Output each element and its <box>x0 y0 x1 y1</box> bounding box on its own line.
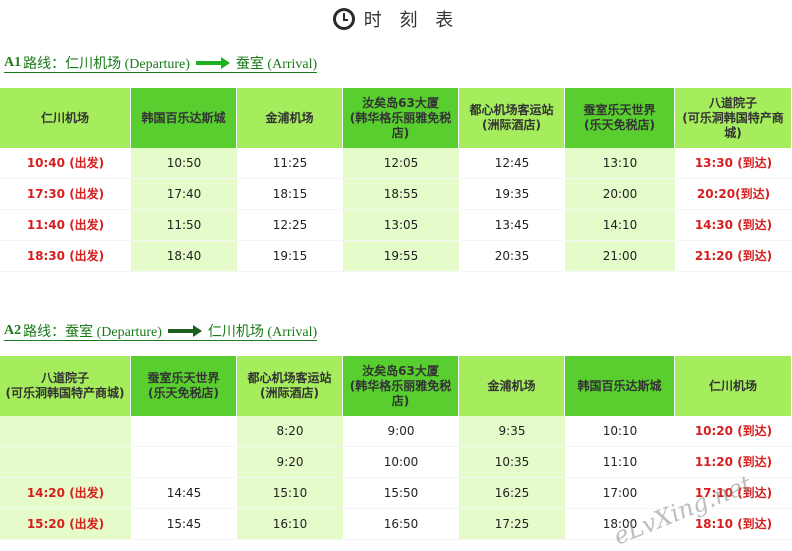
stop-time: 17:25 <box>459 509 565 540</box>
route-departure: 路线：仁川机场 (Departure) <box>23 57 190 72</box>
stop-time: 10:00 <box>343 447 459 478</box>
table-row: 11:40 (出发) 11:50 12:25 13:05 13:45 14:10… <box>0 210 792 241</box>
arrival-time: 21:20 (到达) <box>675 241 792 272</box>
table-header-row: 仁川机场 韩国百乐达斯城 金浦机场 汝矣岛63大厦 (韩华格乐丽雅免税店) 都心机… <box>0 88 792 148</box>
route-code: A1 <box>4 55 22 70</box>
route-arrival: 仁川机场 (Arrival) <box>207 325 318 340</box>
column-header: 汝矣岛63大厦 (韩华格乐丽雅免税店) <box>343 88 459 148</box>
arrival-time: 20:20(到达) <box>675 179 792 210</box>
arrival-time: 13:30 (到达) <box>675 148 792 179</box>
departure-time: 17:30 (出发) <box>0 179 131 210</box>
table-row: 10:40 (出发) 10:50 11:25 12:05 12:45 13:10… <box>0 148 792 179</box>
stop-time: 17:40 <box>131 179 237 210</box>
stop-time: 19:35 <box>459 179 565 210</box>
departure-time <box>0 416 131 447</box>
column-header: 八道院子 (可乐洞韩国特产商城) <box>675 88 792 148</box>
route-code: A2 <box>4 323 22 338</box>
table-header-row: 八道院子 (可乐洞韩国特产商城) 蚕室乐天世界 (乐天免税店) 都心机场客运站 (洲际… <box>0 356 792 416</box>
stop-time: 11:50 <box>131 210 237 241</box>
column-header: 仁川机场 <box>0 88 131 148</box>
stop-time: 10:50 <box>131 148 237 179</box>
departure-time: 18:30 (出发) <box>0 241 131 272</box>
stop-time: 15:10 <box>237 478 343 509</box>
table-row: 8:20 9:00 9:35 10:10 10:20 (到达) <box>0 416 792 447</box>
departure-time: 10:40 (出发) <box>0 148 131 179</box>
stop-time: 12:05 <box>343 148 459 179</box>
column-header: 金浦机场 <box>237 88 343 148</box>
stop-time: 9:20 <box>237 447 343 478</box>
column-header: 韩国百乐达斯城 <box>131 88 237 148</box>
stop-time: 12:25 <box>237 210 343 241</box>
stop-time: 18:40 <box>131 241 237 272</box>
stop-time: 20:00 <box>565 179 675 210</box>
column-header: 金浦机场 <box>459 356 565 416</box>
departure-time: 15:20 (出发) <box>0 509 131 540</box>
route-a1-heading: A1 路线：仁川机场 (Departure) 蚕室 (Arrival) <box>4 54 318 73</box>
column-header: 八道院子 (可乐洞韩国特产商城) <box>0 356 131 416</box>
route-a2-heading: A2 路线：蚕室 (Departure) 仁川机场 (Arrival) <box>4 322 318 341</box>
arrival-time: 14:30 (到达) <box>675 210 792 241</box>
table-row: 9:20 10:00 10:35 11:10 11:20 (到达) <box>0 447 792 478</box>
departure-time: 14:20 (出发) <box>0 478 131 509</box>
column-header: 汝矣岛63大厦 (韩华格乐丽雅免税店) <box>343 356 459 416</box>
stop-time: 13:05 <box>343 210 459 241</box>
right-arrow-icon <box>167 325 202 337</box>
stop-time <box>131 447 237 478</box>
stop-time: 15:45 <box>131 509 237 540</box>
stop-time: 15:50 <box>343 478 459 509</box>
stop-time: 9:00 <box>343 416 459 447</box>
arrival-time: 10:20 (到达) <box>675 416 792 447</box>
departure-time: 11:40 (出发) <box>0 210 131 241</box>
stop-time: 10:35 <box>459 447 565 478</box>
stop-time: 18:55 <box>343 179 459 210</box>
stop-time: 10:10 <box>565 416 675 447</box>
stop-time: 21:00 <box>565 241 675 272</box>
stop-time <box>131 416 237 447</box>
column-header: 韩国百乐达斯城 <box>565 356 675 416</box>
clock-icon <box>332 8 355 30</box>
stop-time: 13:10 <box>565 148 675 179</box>
column-header: 蚕室乐天世界 (乐天免税店) <box>565 88 675 148</box>
column-header: 蚕室乐天世界 (乐天免税店) <box>131 356 237 416</box>
stop-time: 16:10 <box>237 509 343 540</box>
stop-time: 11:10 <box>565 447 675 478</box>
departure-time <box>0 447 131 478</box>
title-bar: 时 刻 表 <box>0 4 792 34</box>
stop-time: 9:35 <box>459 416 565 447</box>
stop-time: 14:45 <box>131 478 237 509</box>
stop-time: 14:10 <box>565 210 675 241</box>
stop-time: 11:25 <box>237 148 343 179</box>
stop-time: 19:55 <box>343 241 459 272</box>
route-departure: 路线：蚕室 (Departure) <box>23 325 162 340</box>
route-arrival: 蚕室 (Arrival) <box>235 57 318 72</box>
right-arrow-icon <box>195 57 230 69</box>
stop-time: 18:15 <box>237 179 343 210</box>
stop-time: 8:20 <box>237 416 343 447</box>
page-title: 时 刻 表 <box>363 10 460 31</box>
stop-time: 13:45 <box>459 210 565 241</box>
column-header: 都心机场客运站 (洲际酒店) <box>459 88 565 148</box>
route-a1-timetable: 仁川机场 韩国百乐达斯城 金浦机场 汝矣岛63大厦 (韩华格乐丽雅免税店) 都心机… <box>0 88 792 272</box>
stop-time: 12:45 <box>459 148 565 179</box>
table-row: 17:30 (出发) 17:40 18:15 18:55 19:35 20:00… <box>0 179 792 210</box>
stop-time: 16:25 <box>459 478 565 509</box>
column-header: 仁川机场 <box>675 356 792 416</box>
stop-time: 20:35 <box>459 241 565 272</box>
column-header: 都心机场客运站 (洲际酒店) <box>237 356 343 416</box>
stop-time: 16:50 <box>343 509 459 540</box>
stop-time: 19:15 <box>237 241 343 272</box>
table-row: 18:30 (出发) 18:40 19:15 19:55 20:35 21:00… <box>0 241 792 272</box>
